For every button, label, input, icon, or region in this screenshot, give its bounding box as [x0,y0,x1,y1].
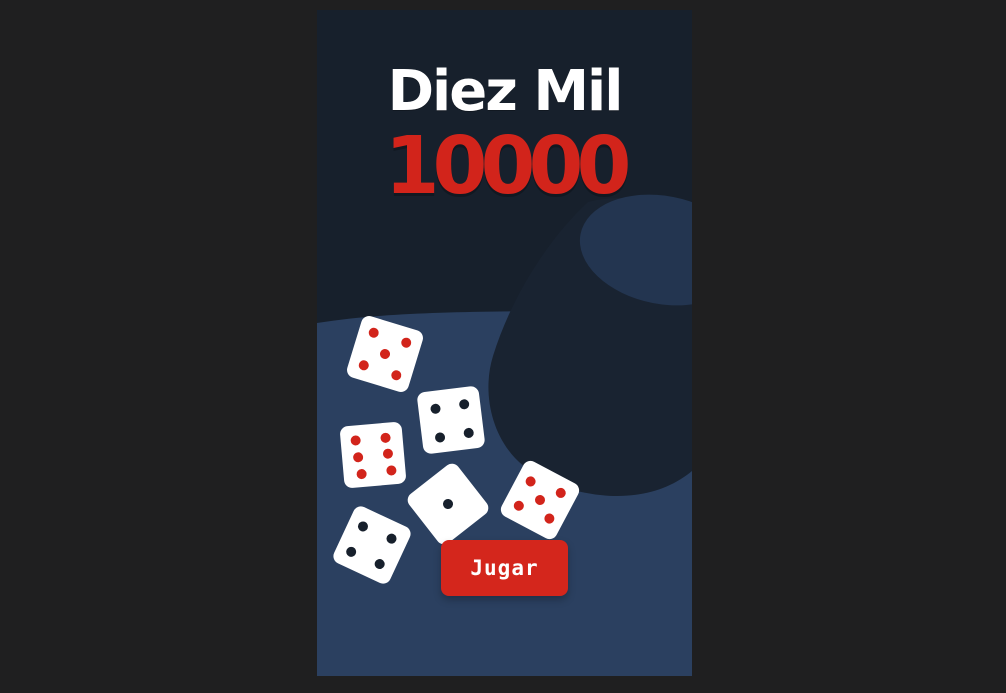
die [340,422,406,488]
die [417,386,485,454]
game-title: Diez Mil [387,59,624,124]
play-button[interactable]: Jugar [441,540,568,596]
game-screen: Diez Mil 10000 Jugar [317,10,692,676]
score-goal: 10000 [384,120,632,212]
